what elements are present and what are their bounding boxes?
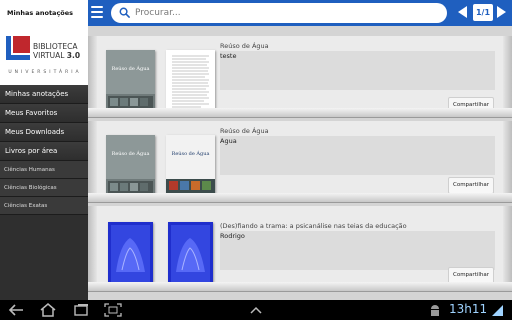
- back-icon[interactable]: [8, 303, 26, 317]
- book-title: (Des)fiando a trama: a psicanálise nas t…: [220, 222, 407, 230]
- prev-page-icon[interactable]: [458, 6, 467, 18]
- book-title: Reúso de Água: [220, 127, 269, 135]
- book-cover[interactable]: Reúso de Água: [106, 50, 155, 114]
- notes-list: Reúso de Água Reúso de Água teste Compar…: [88, 26, 512, 300]
- sidebar-subitem-ciencias-biologicas[interactable]: Ciências Biológicas: [0, 179, 88, 197]
- svg-text:Reúso de Água: Reúso de Água: [172, 150, 210, 157]
- sidebar-item-minhas-anotacoes[interactable]: Minhas anotações: [0, 85, 88, 104]
- sidebar: BIBLIOTECA VIRTUAL 3.0 UNIVERSITÁRIA Min…: [0, 26, 88, 300]
- book-cover[interactable]: Reúso de Água: [106, 135, 155, 199]
- book-cover[interactable]: [108, 222, 153, 286]
- svg-text:Reúso de Água: Reúso de Água: [112, 150, 150, 157]
- sidebar-item-livros-por-area[interactable]: Livros por área: [0, 142, 88, 161]
- sidebar-item-meus-downloads[interactable]: Meus Downloads: [0, 123, 88, 142]
- book-title: Reúso de Água: [220, 42, 269, 50]
- sidebar-nav: Minhas anotações Meus Favoritos Meus Dow…: [0, 85, 88, 215]
- android-icon: [431, 305, 439, 316]
- screenshot-icon[interactable]: [104, 303, 122, 317]
- search-input[interactable]: [135, 4, 435, 22]
- note-item: Reúso de Água Reúso de Água Reúso de Águ…: [88, 121, 512, 203]
- recent-apps-icon[interactable]: [72, 303, 90, 317]
- note-item: (Des)fiando a trama: a psicanálise nas t…: [88, 206, 512, 292]
- logo-mark: [6, 36, 30, 60]
- logo: BIBLIOTECA VIRTUAL 3.0 UNIVERSITÁRIA: [0, 26, 88, 85]
- home-icon[interactable]: [39, 303, 57, 317]
- signal-icon: [492, 305, 503, 316]
- top-bar: Minhas anotações 1/1: [0, 0, 512, 26]
- book-cover-back[interactable]: [168, 222, 213, 286]
- logo-text: BIBLIOTECA VIRTUAL 3.0: [33, 42, 81, 60]
- note-page-thumbnail[interactable]: [166, 50, 215, 114]
- search-bar[interactable]: [111, 3, 447, 23]
- menu-icon[interactable]: [91, 6, 103, 19]
- sidebar-subitem-ciencias-exatas[interactable]: Ciências Exatas: [0, 197, 88, 215]
- page-indicator: 1/1: [473, 4, 493, 21]
- logo-subtitle: UNIVERSITÁRIA: [8, 70, 82, 75]
- page-title: Minhas anotações: [0, 0, 88, 26]
- book-cover-color[interactable]: Reúso de Água: [166, 135, 215, 199]
- system-nav-bar: 13h11: [0, 300, 512, 320]
- sidebar-item-meus-favoritos[interactable]: Meus Favoritos: [0, 104, 88, 123]
- sidebar-subitem-ciencias-humanas[interactable]: Ciências Humanas: [0, 161, 88, 179]
- note-text: teste: [220, 51, 495, 90]
- next-page-icon[interactable]: [497, 6, 506, 18]
- note-text: Rodrigo: [220, 231, 495, 270]
- up-arrow-icon[interactable]: [247, 303, 265, 317]
- search-icon: [119, 7, 130, 18]
- note-item: Reúso de Água Reúso de Água teste Compar…: [88, 36, 512, 118]
- svg-text:Reúso de Água: Reúso de Água: [112, 65, 150, 72]
- note-text: Agua: [220, 136, 495, 175]
- clock: 13h11: [449, 302, 488, 316]
- share-button[interactable]: Compartilhar: [448, 177, 494, 194]
